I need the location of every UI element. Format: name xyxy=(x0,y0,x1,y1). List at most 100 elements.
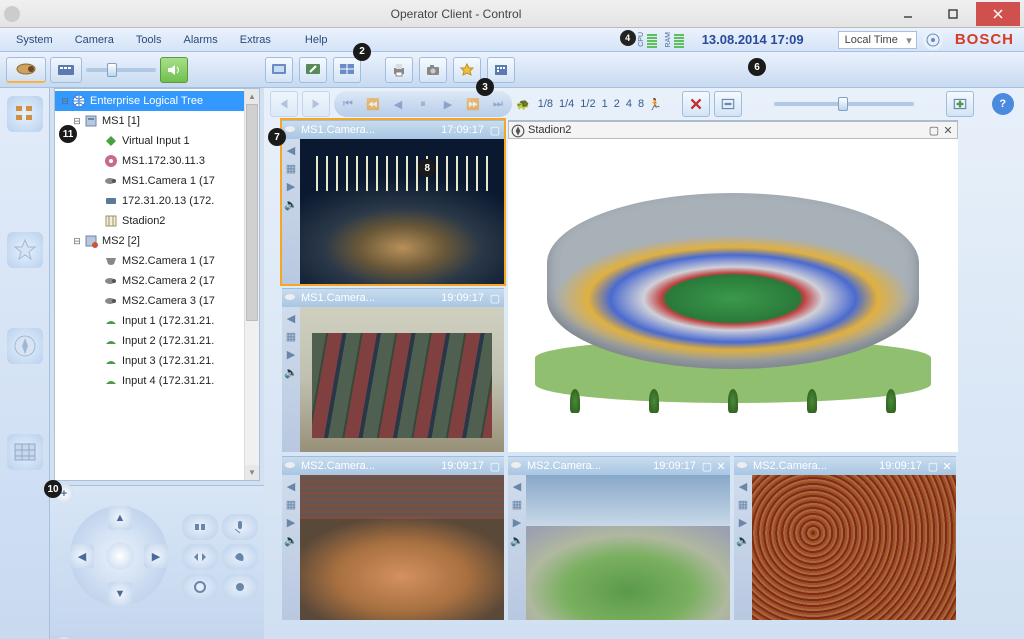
prev-frame[interactable]: ◀ xyxy=(386,93,410,115)
ptz-preset[interactable] xyxy=(222,544,258,570)
menu-tools[interactable]: Tools xyxy=(126,31,172,49)
menu-help[interactable]: Help xyxy=(295,31,338,49)
row-size-slider[interactable] xyxy=(774,102,914,106)
cameo-2[interactable]: MS1.Camera... 19:09:17 ▢ ◀▦▶🔈 xyxy=(282,288,504,452)
cameo-5[interactable]: MS2.Camera... 19:09:17 ▢ ✕ ◀▦▶🔈 xyxy=(734,456,956,620)
pane-maximize[interactable]: ▢ xyxy=(488,123,502,137)
cameo-1[interactable]: MS1.Camera... 17:09:17 ▢ ◀ ▦ ▶ 🔈 8 xyxy=(282,120,504,284)
logical-tree[interactable]: 11 ⊟ Enterprise Logical Tree ⊟ MS1 [1] V… xyxy=(54,88,260,481)
menu-camera[interactable]: Camera xyxy=(65,31,124,49)
ptz-focus-near[interactable] xyxy=(182,514,218,540)
clear-all-button[interactable] xyxy=(682,91,710,117)
pane-maximize[interactable]: ▢ xyxy=(700,459,714,473)
tb-print[interactable] xyxy=(385,57,413,83)
rail-tree-icon[interactable] xyxy=(7,96,43,132)
tb-bookmark[interactable] xyxy=(453,57,481,83)
hide-bars-button[interactable] xyxy=(714,91,742,117)
collapse-icon[interactable]: ⊟ xyxy=(71,236,83,247)
tree-root[interactable]: ⊟ Enterprise Logical Tree xyxy=(55,91,259,111)
tb-monitor2[interactable] xyxy=(299,57,327,83)
ptz-focus-far[interactable] xyxy=(182,544,218,570)
menu-extras[interactable]: Extras xyxy=(230,31,281,49)
compass-icon xyxy=(511,124,525,136)
ptz-mode-icon[interactable]: ◀ xyxy=(284,143,298,157)
instant-playback-icon[interactable]: ▶ xyxy=(284,179,298,193)
next-frame[interactable]: ▶ xyxy=(436,93,460,115)
speaker-icon[interactable] xyxy=(160,57,188,83)
collapse-icon[interactable]: ⊟ xyxy=(71,116,83,127)
tree-input3[interactable]: Input 3 (172.31.21. xyxy=(55,351,259,371)
step-back[interactable]: ⏪ xyxy=(361,93,385,115)
tb-snapshot[interactable] xyxy=(419,57,447,83)
menu-system[interactable]: System xyxy=(6,31,63,49)
tb-monitor1[interactable] xyxy=(265,57,293,83)
fast-fwd[interactable]: ⏭ xyxy=(486,93,510,115)
cameo-3[interactable]: MS2.Camera... 19:09:17 ▢ ◀▦▶🔈 xyxy=(282,456,504,620)
pane-close[interactable]: ✕ xyxy=(940,459,954,473)
step-fwd[interactable]: ⏩ xyxy=(461,93,485,115)
menu-alarms[interactable]: Alarms xyxy=(174,31,228,49)
tree-stadion2[interactable]: Stadion2 xyxy=(55,211,259,231)
rail-compass-icon[interactable] xyxy=(7,328,43,364)
camera-video[interactable] xyxy=(300,475,504,620)
pane-maximize[interactable]: ▢ xyxy=(927,123,941,137)
tree-iscsi[interactable]: 172.31.20.13 (172. xyxy=(55,191,259,211)
cameo-prev[interactable] xyxy=(270,91,298,117)
camera-video[interactable] xyxy=(526,475,730,620)
ptz-center[interactable] xyxy=(106,542,134,570)
volume-slider[interactable] xyxy=(86,68,156,72)
camera-video[interactable] xyxy=(300,307,504,452)
ptz-iris-open[interactable] xyxy=(182,574,218,600)
ptz-iris-close[interactable] xyxy=(222,574,258,600)
tree-ms1-cam1[interactable]: MS1.Camera 1 (17 xyxy=(55,171,259,191)
audio-icon[interactable]: 🔈 xyxy=(284,197,298,211)
tree-ms2[interactable]: ⊟ MS2 [2] xyxy=(55,231,259,251)
ram-meter: RAM xyxy=(665,32,684,48)
add-row-button[interactable] xyxy=(946,91,974,117)
camera-video[interactable]: 8 xyxy=(300,139,504,284)
rewind[interactable]: ⏮ xyxy=(336,93,360,115)
tb-sequence[interactable] xyxy=(487,57,515,83)
pause[interactable]: ⏸ xyxy=(411,93,435,115)
tab-live[interactable] xyxy=(6,57,46,83)
pane-close[interactable]: ✕ xyxy=(941,123,955,137)
tree-ms2-cam1[interactable]: MS2.Camera 1 (17 xyxy=(55,251,259,271)
ref-image-icon[interactable]: ▦ xyxy=(284,161,298,175)
pane-maximize[interactable]: ▢ xyxy=(488,291,502,305)
tree-virtual-input[interactable]: Virtual Input 1 xyxy=(55,131,259,151)
tree-ms2-cam2[interactable]: MS2.Camera 2 (17 xyxy=(55,271,259,291)
ptz-mic[interactable] xyxy=(222,514,258,540)
tree-encoder-1[interactable]: MS1.172.30.11.3 xyxy=(55,151,259,171)
maximize-button[interactable] xyxy=(931,2,975,26)
ptz-up[interactable]: ▲ xyxy=(108,506,132,530)
map-image[interactable] xyxy=(508,139,958,452)
help-icon-small[interactable] xyxy=(923,30,943,50)
pane-maximize[interactable]: ▢ xyxy=(926,459,940,473)
tab-playback[interactable] xyxy=(50,57,82,83)
help-button[interactable]: ? xyxy=(992,93,1014,115)
close-button[interactable] xyxy=(976,2,1020,26)
camera-icon xyxy=(103,173,119,189)
rail-grid-icon[interactable] xyxy=(7,434,43,470)
tree-input1[interactable]: Input 1 (172.31.21. xyxy=(55,311,259,331)
rail-star-icon[interactable] xyxy=(7,232,43,268)
tree-input4[interactable]: Input 4 (172.31.21. xyxy=(55,371,259,391)
ptz-down[interactable]: ▼ xyxy=(108,582,132,606)
minimize-button[interactable] xyxy=(886,2,930,26)
camera-video[interactable] xyxy=(752,475,956,620)
cameo-4[interactable]: MS2.Camera... 19:09:17 ▢ ✕ ◀▦▶🔈 xyxy=(508,456,730,620)
tree-ms1[interactable]: ⊟ MS1 [1] xyxy=(55,111,259,131)
pane-close[interactable]: ✕ xyxy=(714,459,728,473)
tree-input2[interactable]: Input 2 (172.31.21. xyxy=(55,331,259,351)
ptz-right[interactable]: ▶ xyxy=(144,544,168,568)
collapse-icon[interactable]: ⊟ xyxy=(59,96,71,107)
ptz-pad[interactable]: ▲ ▼ ◀ ▶ xyxy=(70,506,168,606)
tree-ms2-cam3[interactable]: MS2.Camera 3 (17 xyxy=(55,291,259,311)
tb-layout[interactable] xyxy=(333,57,361,83)
pane-maximize[interactable]: ▢ xyxy=(488,459,502,473)
ptz-left[interactable]: ◀ xyxy=(70,544,94,568)
tree-scrollbar[interactable]: ▲▼ xyxy=(244,89,259,480)
cameo-next[interactable] xyxy=(302,91,330,117)
map-pane[interactable]: Stadion2 ▢ ✕ xyxy=(508,120,958,452)
timezone-select[interactable]: Local Time xyxy=(838,31,917,49)
